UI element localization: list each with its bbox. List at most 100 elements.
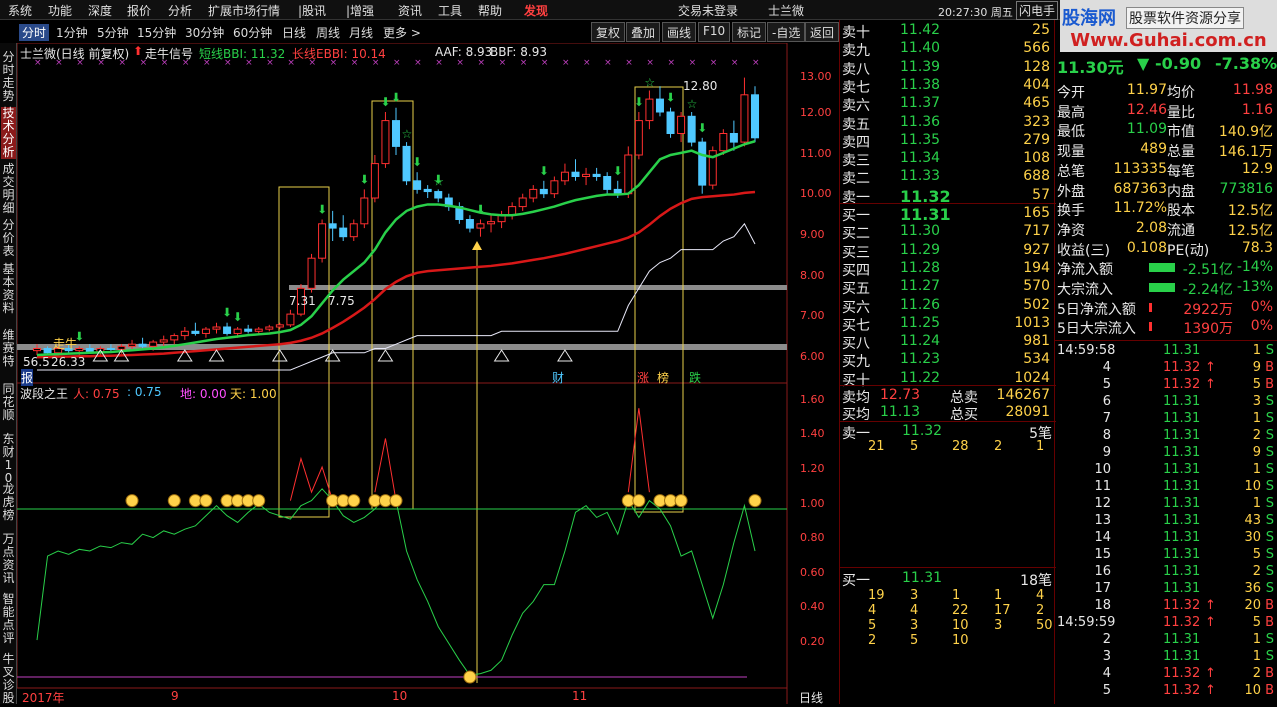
bid-row[interactable]: 买七 11.25 1013 [840, 314, 1056, 334]
nav-dongcai[interactable]: 东财10 [1, 433, 16, 485]
nav-lhb[interactable]: 龙虎榜 [1, 483, 16, 523]
nav-basic-info[interactable]: 基本资料 [1, 263, 16, 315]
kline-svg[interactable]: × × × × × × × × × × × × × × × × × × × × × × × × × × × × × × × × × × ×⬇⬇ ⬇⬇⬇… [16, 42, 839, 704]
nav-diagnosis[interactable]: 牛叉诊股 [1, 653, 16, 705]
f10-button[interactable]: F10 [698, 22, 731, 42]
tian-label: 天: 1.00 [230, 387, 277, 401]
bid-vol: 1013 [1014, 314, 1050, 331]
tick-time: 9 [1102, 445, 1111, 460]
tab-15min[interactable]: 15分钟 [137, 24, 176, 41]
ask-row[interactable]: 卖一 11.32 57 [840, 187, 1056, 206]
menu-enhance[interactable]: |增强 [346, 2, 374, 19]
quote-label: 净资 [1057, 222, 1085, 239]
ask-label: 卖六 [842, 98, 870, 115]
trade-status[interactable]: 交易未登录 [678, 2, 738, 19]
tick-row: 12 11.31 1 S [1055, 496, 1277, 513]
chart-title: 士兰微(日线 前复权) [20, 47, 130, 61]
tag-bang[interactable]: 榜 [657, 369, 669, 386]
menu-discover[interactable]: 发现 [524, 2, 548, 19]
tag-cai[interactable]: 财 [552, 369, 564, 386]
tab-daily[interactable]: 日线 [282, 24, 306, 41]
watermark-slogan: 股票软件资源分享 [1126, 7, 1244, 29]
period-label[interactable]: 日线 [799, 689, 823, 706]
tab-60min[interactable]: 60分钟 [233, 24, 272, 41]
remove-favorite-button[interactable]: -自选 [767, 22, 806, 42]
tick-time: 18 [1094, 598, 1111, 613]
ask-row[interactable]: 卖四 11.35 279 [840, 132, 1056, 151]
tick-time: 2 [1102, 632, 1111, 647]
tab-weekly[interactable]: 周线 [316, 24, 340, 41]
nav-news[interactable]: 万点资讯 [1, 533, 16, 585]
tag-die[interactable]: 跌 [689, 369, 701, 386]
tab-intraday[interactable]: 分时 [19, 24, 50, 41]
ask-row[interactable]: 卖五 11.36 323 [840, 114, 1056, 133]
menu-tools[interactable]: 工具 [438, 2, 462, 19]
ask-row[interactable]: 卖八 11.39 128 [840, 59, 1056, 78]
nav-comment[interactable]: 智能点评 [1, 593, 16, 645]
overlay-button[interactable]: 叠加 [626, 22, 661, 42]
nav-vst[interactable]: 维赛特 [1, 329, 16, 369]
buy-arrow-icon: ⬇ [666, 91, 676, 105]
tick-side: S [1265, 479, 1274, 494]
quote-value-2: 11.98 [1232, 82, 1273, 98]
menu-function[interactable]: 功能 [48, 2, 72, 19]
menu-stock-news[interactable]: |股讯 [298, 2, 326, 19]
menu-analysis[interactable]: 分析 [168, 2, 192, 19]
tab-more[interactable]: 更多 > [383, 24, 421, 41]
chart-area[interactable]: × × × × × × × × × × × × × × × × × × × × × × × × × × × × × × × × × × × ⬇ ⬇ ⬇ ⬇ ⬇… [16, 42, 839, 706]
menu-help[interactable]: 帮助 [478, 2, 502, 19]
bid-row[interactable]: 买四 11.28 194 [840, 260, 1056, 279]
nav-ths[interactable]: 同花顺 [1, 383, 16, 423]
nav-intraday[interactable]: 分时走势 [1, 51, 16, 103]
tag-zhang[interactable]: 涨 [637, 369, 649, 386]
bid-row[interactable]: 买九 11.23 534 [840, 351, 1056, 370]
draw-line-button[interactable]: 画线 [662, 22, 697, 42]
nav-technical[interactable]: 技术分析 [1, 107, 16, 159]
nav-price-table[interactable]: 分价表 [1, 219, 16, 259]
long-ebbi-label: 长线EBBI: 10.14 [292, 47, 386, 61]
menu-quote[interactable]: 报价 [127, 2, 151, 19]
smiley-icon [389, 494, 403, 508]
tick-vol: 1 [1252, 462, 1261, 477]
nav-trades[interactable]: 成交明细 [1, 163, 16, 215]
tag-bao[interactable]: 报 [21, 369, 34, 386]
bid-row[interactable]: 买一 11.31 165 [840, 205, 1056, 224]
bid-row[interactable]: 买三 11.29 927 [840, 242, 1056, 261]
quote-label: 外盘 [1057, 183, 1085, 200]
ask-row[interactable]: 卖七 11.38 404 [840, 77, 1056, 96]
bid-row[interactable]: 买二 11.30 717 [840, 223, 1056, 242]
tab-1min[interactable]: 1分钟 [56, 24, 88, 41]
queue-bid-price: 11.31 [902, 570, 943, 586]
queue-bid-header: 买一 11.31 18笔 [840, 570, 1056, 589]
adjust-button[interactable]: 复权 [591, 22, 626, 42]
menu-depth[interactable]: 深度 [88, 2, 112, 19]
tick-row: 14:59:58 11.31 1 S [1055, 343, 1277, 360]
quote-value-2: 78.3 [1241, 239, 1273, 256]
ask-row[interactable]: 卖十 11.42 25 [840, 22, 1056, 41]
bid-row[interactable]: 买五 11.27 570 [840, 278, 1056, 297]
buy-arrow-icon: ⬇ [539, 164, 549, 178]
ask-row[interactable]: 卖九 11.40 566 [840, 40, 1056, 60]
candle-body [698, 141, 707, 186]
bid-row[interactable]: 买六 11.26 502 [840, 297, 1056, 316]
menu-extended-market[interactable]: 扩展市场行情 [208, 2, 280, 19]
bid-row[interactable]: 买八 11.24 981 [840, 333, 1056, 352]
ask-label: 卖九 [842, 43, 870, 60]
flash-trade-button[interactable]: 闪电手 [1016, 1, 1059, 20]
tick-row: 15 11.31 5 S [1055, 547, 1277, 564]
ask-row[interactable]: 卖六 11.37 465 [840, 95, 1056, 115]
tab-5min[interactable]: 5分钟 [97, 24, 129, 41]
tab-30min[interactable]: 30分钟 [185, 24, 224, 41]
tick-side: S [1265, 547, 1274, 562]
ask-row[interactable]: 卖三 11.34 108 [840, 150, 1056, 169]
queue-bid-vol: 22 [952, 603, 969, 618]
tick-time: 4 [1102, 666, 1111, 681]
ask-row[interactable]: 卖二 11.33 688 [840, 168, 1056, 187]
buy-arrow-icon: ⬇ [233, 310, 243, 324]
back-button[interactable]: 返回 [805, 22, 840, 42]
tab-monthly[interactable]: 月线 [349, 24, 373, 41]
up-arrow-icon: ↑ [1205, 683, 1216, 698]
mark-button[interactable]: 标记 [732, 22, 767, 42]
menu-info[interactable]: 资讯 [398, 2, 422, 19]
menu-system[interactable]: 系统 [8, 2, 32, 19]
